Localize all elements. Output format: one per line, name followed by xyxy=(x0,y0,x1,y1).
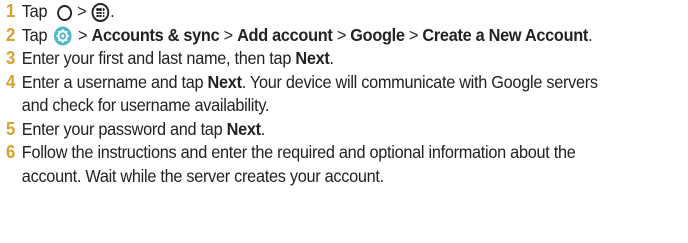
step-number: 3 xyxy=(6,48,16,68)
step-number: 4 xyxy=(6,71,16,92)
separator: > xyxy=(77,1,87,21)
step-6: 6 Follow the instructions and enter the … xyxy=(6,141,685,188)
step-1: 1 Tap > . xyxy=(6,0,685,24)
step-text-line2: and check for username availability. xyxy=(21,95,270,115)
settings-icon xyxy=(53,26,72,45)
step-text-cont: . Your device will communicate with Goog… xyxy=(241,71,598,92)
menu-item-accounts-sync: Accounts & sync xyxy=(91,24,220,45)
step-text: Enter your password and tap xyxy=(21,118,227,139)
step-text: Tap xyxy=(21,1,48,21)
home-circle-icon xyxy=(57,5,72,21)
separator: > xyxy=(223,24,234,45)
step-end: . xyxy=(329,48,334,68)
step-text-line2: account. Wait while the server creates y… xyxy=(21,165,384,186)
step-number: 1 xyxy=(6,1,16,21)
step-number: 2 xyxy=(6,24,16,45)
menu-item-google: Google xyxy=(350,24,405,45)
separator: > xyxy=(78,24,88,45)
menu-item-add-account: Add account xyxy=(237,24,333,45)
step-text: Follow the instructions and enter the re… xyxy=(21,142,576,162)
step-end: . xyxy=(588,24,593,45)
next-label: Next xyxy=(226,118,261,139)
step-number: 6 xyxy=(6,142,16,162)
separator: > xyxy=(336,24,347,45)
menu-item-create-account: Create a New Account xyxy=(422,24,589,45)
step-4: 4 Enter a username and tap Next. Your de… xyxy=(6,71,685,118)
instruction-steps: 1 Tap > . 2 Tap > Accounts & sync > Add … xyxy=(6,0,686,188)
step-3: 3 Enter your first and last name, then t… xyxy=(6,47,685,71)
step-text: Tap xyxy=(21,24,48,45)
step-number: 5 xyxy=(6,118,16,139)
separator: > xyxy=(408,24,419,45)
next-label: Next xyxy=(295,48,330,68)
apps-icon xyxy=(91,3,110,22)
step-5: 5 Enter your password and tap Next. xyxy=(6,118,685,142)
step-text: Enter a username and tap xyxy=(21,71,208,92)
step-end: . xyxy=(110,1,115,21)
step-text: Enter your first and last name, then tap xyxy=(21,48,296,68)
next-label: Next xyxy=(207,71,242,92)
step-2: 2 Tap > Accounts & sync > Add account > … xyxy=(6,24,685,48)
step-end: . xyxy=(260,118,266,139)
